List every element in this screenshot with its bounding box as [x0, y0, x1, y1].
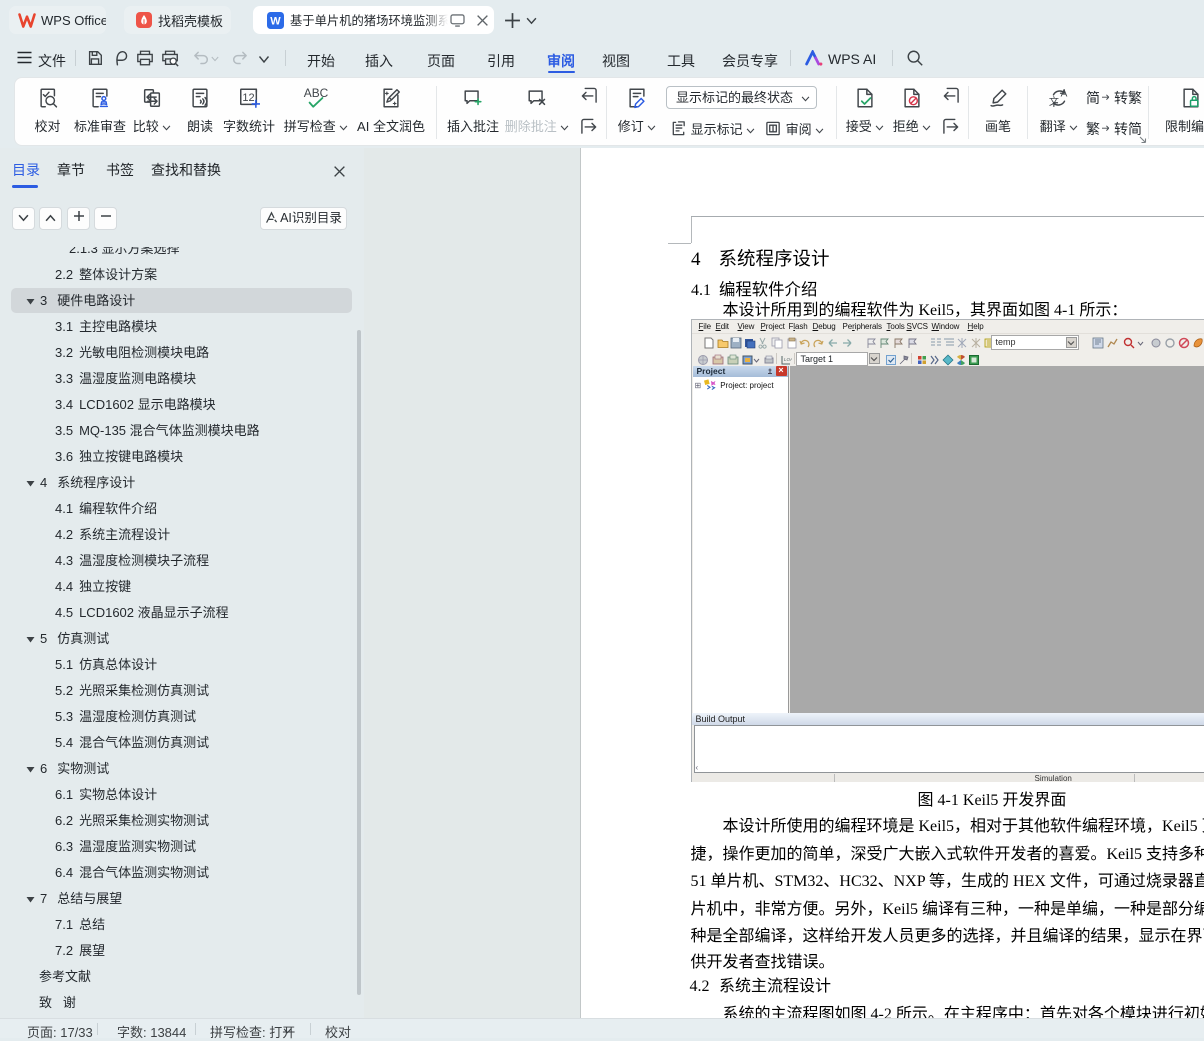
svg-text:文: 文: [1049, 95, 1059, 108]
svg-text:ABC: ABC: [304, 87, 329, 100]
svg-text:12: 12: [242, 92, 254, 104]
svg-text:A: A: [1061, 89, 1068, 100]
svg-text:W: W: [270, 15, 281, 27]
svg-text:LOAD: LOAD: [784, 357, 792, 362]
